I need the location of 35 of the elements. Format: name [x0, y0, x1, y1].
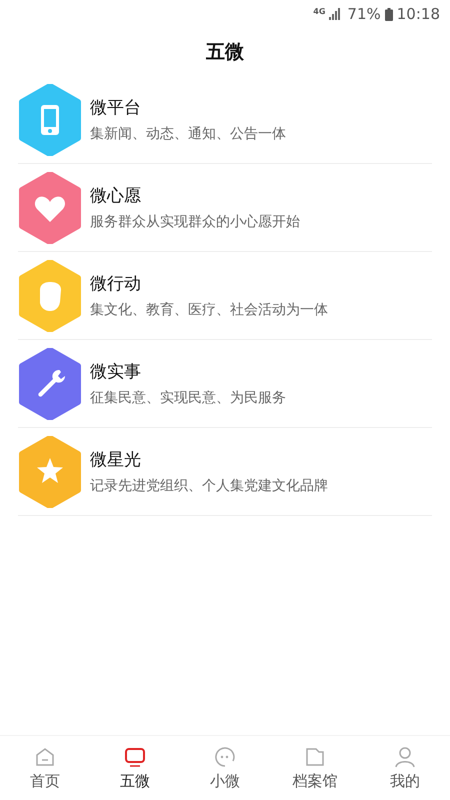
item-title: 微实事	[90, 361, 142, 383]
item-title: 微心愿	[90, 185, 142, 207]
list-item[interactable]: 微心愿 服务群众从实现群众的小心愿开始	[18, 164, 432, 252]
tab-label: 小微	[210, 772, 240, 790]
chat-icon	[214, 746, 236, 768]
battery-percent: 71%	[347, 5, 381, 23]
list-item[interactable]: 微平台 集新闻、动态、通知、公告一体	[18, 76, 432, 164]
page-title: 五微	[206, 40, 244, 65]
tv-icon	[124, 746, 146, 768]
item-title: 微行动	[90, 273, 142, 295]
clock-time: 10:18	[396, 5, 440, 23]
tab[interactable]: 我的	[360, 736, 450, 800]
tab-label: 五微	[120, 772, 150, 790]
folder-icon	[304, 746, 326, 768]
tab[interactable]: 五微	[90, 736, 180, 800]
tab[interactable]: 档案馆	[270, 736, 360, 800]
tab-label: 档案馆	[292, 772, 338, 790]
network-label: 4G	[313, 7, 326, 16]
item-description: 服务群众从实现群众的小心愿开始	[90, 213, 300, 231]
item-description: 集新闻、动态、通知、公告一体	[90, 125, 286, 143]
list-item[interactable]: 微行动 集文化、教育、医疗、社会活动为一体	[18, 252, 432, 340]
list-item[interactable]: 微实事 征集民意、实现民意、为民服务	[18, 340, 432, 428]
tab[interactable]: 首页	[0, 736, 90, 800]
battery-icon	[384, 8, 393, 20]
tab-label: 首页	[30, 772, 60, 790]
item-description: 集文化、教育、医疗、社会活动为一体	[90, 301, 328, 319]
item-title: 微平台	[90, 97, 142, 119]
item-description: 记录先进党组织、个人集党建文化品牌	[90, 477, 328, 495]
tab-label: 我的	[390, 772, 420, 790]
list-item[interactable]: 微星光 记录先进党组织、个人集党建文化品牌	[18, 428, 432, 516]
home-icon	[34, 746, 56, 768]
tab[interactable]: 小微	[180, 736, 270, 800]
item-title: 微星光	[90, 449, 142, 471]
person-icon	[394, 746, 416, 768]
item-description: 征集民意、实现民意、为民服务	[90, 389, 286, 407]
